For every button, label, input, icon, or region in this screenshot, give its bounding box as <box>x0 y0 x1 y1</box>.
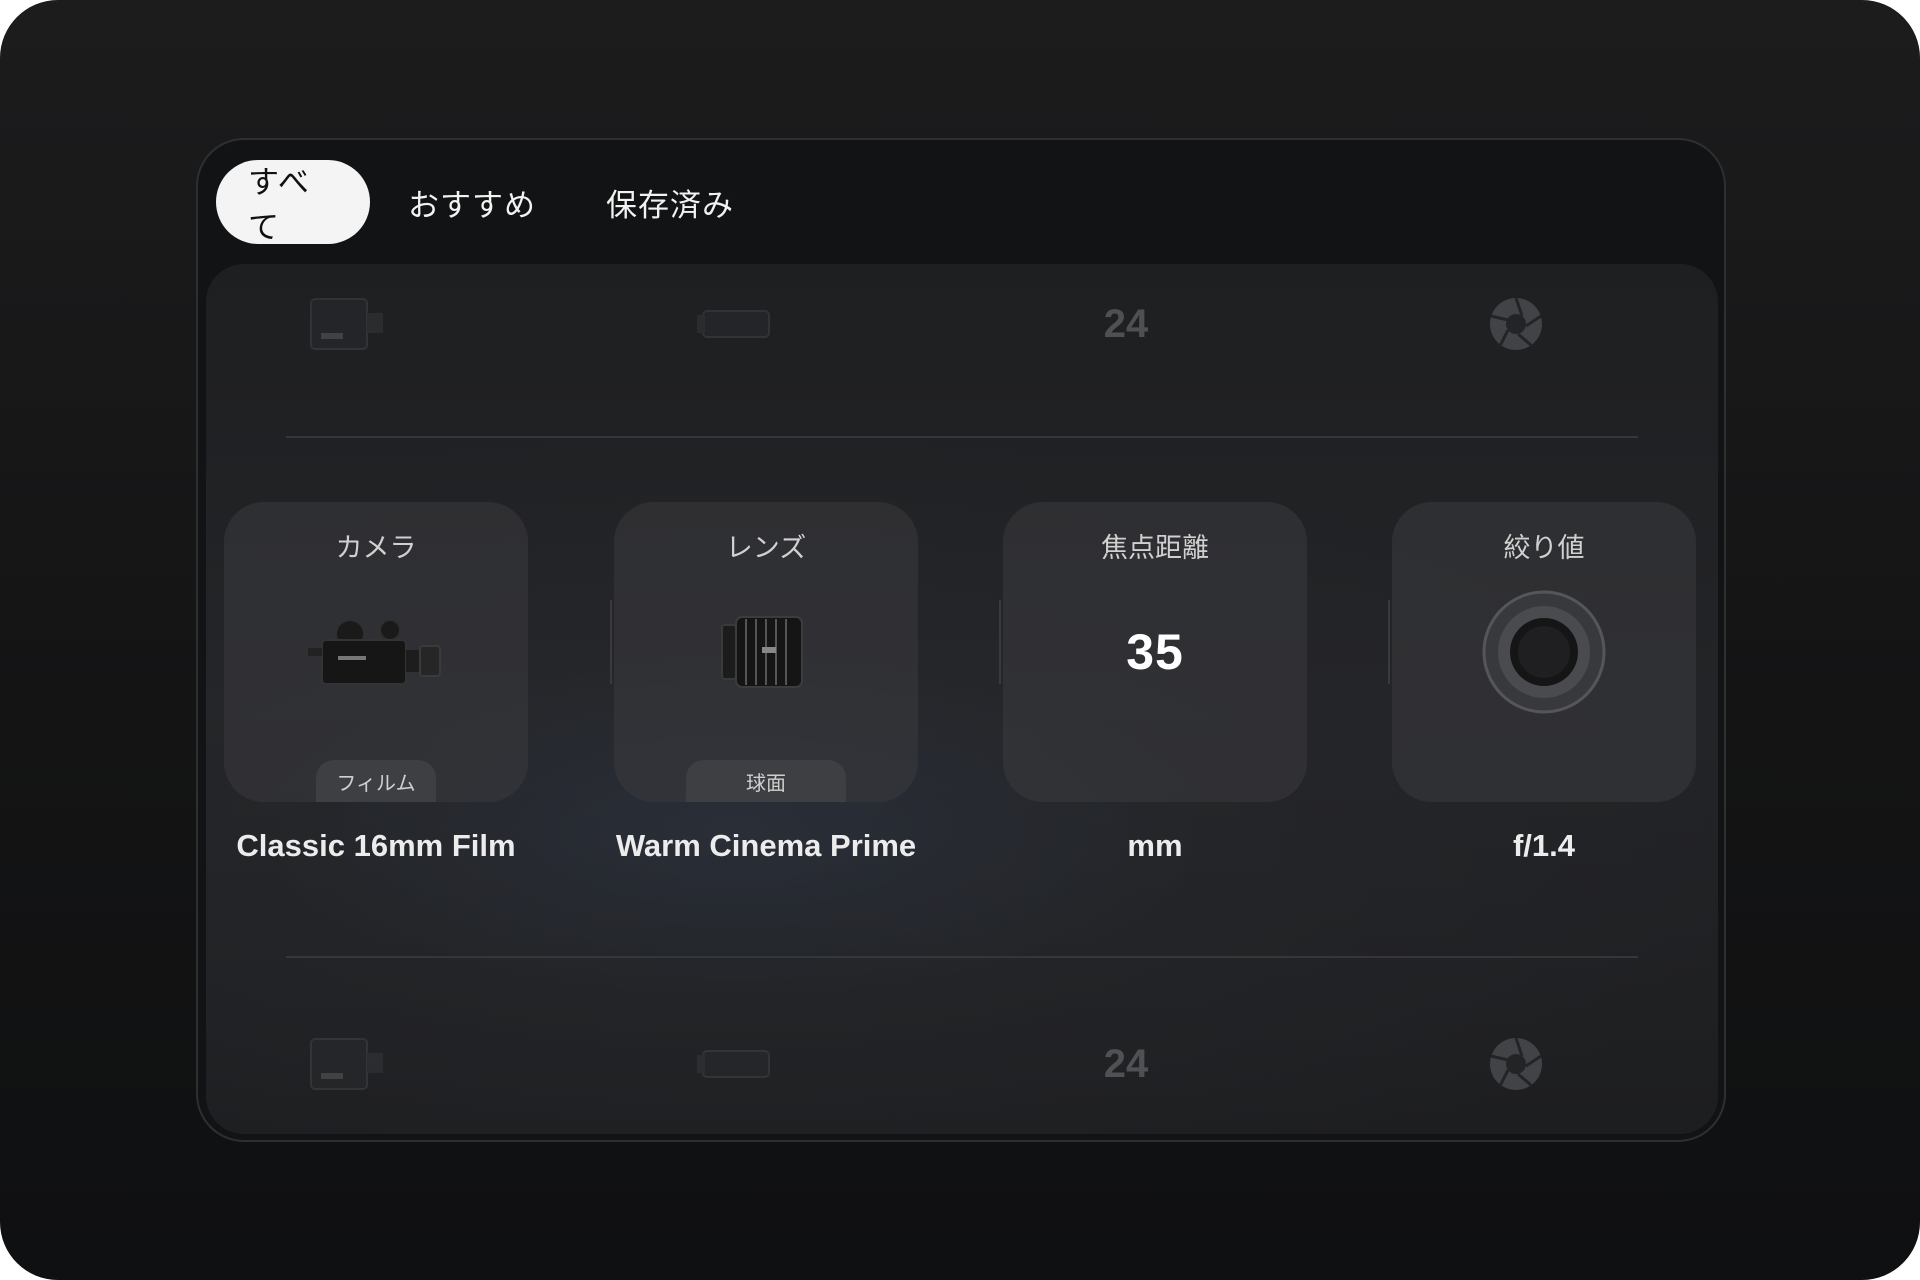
card-separator <box>610 600 612 684</box>
aperture-ring-icon <box>1392 590 1696 714</box>
focal-length-number[interactable]: 24 <box>1006 1004 1246 1124</box>
cinema-lens-icon <box>614 592 918 712</box>
tab-saved[interactable]: 保存済み <box>574 160 766 244</box>
card-separator <box>1388 600 1390 684</box>
focal-length-value: 35 <box>1126 624 1184 680</box>
card-label: カメラ <box>335 533 417 564</box>
focal-length-unit: mm <box>1127 828 1183 863</box>
tab-bar: すべて おすすめ 保存済み <box>216 160 772 246</box>
row-divider <box>286 436 1638 438</box>
aperture-value: f/1.4 <box>1512 828 1576 863</box>
lens-value: Warm Cinema Prime <box>615 828 917 863</box>
device-frame: すべて おすすめ 保存済み 24 カメラ フィルム レンズ 球面 焦点距離 35… <box>0 0 1920 1280</box>
focal-length-number[interactable]: 24 <box>1006 264 1246 384</box>
camera-icon[interactable] <box>228 264 468 384</box>
focal-length-card[interactable]: 焦点距離 35 <box>1003 502 1307 802</box>
lens-icon[interactable] <box>618 1004 858 1124</box>
lens-icon[interactable] <box>618 264 858 384</box>
card-label: 焦点距離 <box>1101 533 1209 564</box>
camera-icon[interactable] <box>228 1004 468 1124</box>
camera-value: Classic 16mm Film <box>236 828 516 863</box>
settings-panel: すべて おすすめ 保存済み 24 カメラ フィルム レンズ 球面 焦点距離 35… <box>196 138 1726 1142</box>
lens-card[interactable]: レンズ 球面 <box>614 502 918 802</box>
card-label: レンズ <box>725 533 807 564</box>
tab-all[interactable]: すべて <box>216 160 370 246</box>
aperture-icon[interactable] <box>1396 264 1636 384</box>
camera-card[interactable]: カメラ フィルム <box>224 502 528 802</box>
picker-board: 24 カメラ フィルム レンズ 球面 焦点距離 35 絞り値 Classic 1… <box>206 264 1718 1134</box>
ghost-row-next: 24 <box>206 1004 1718 1124</box>
card-label: 絞り値 <box>1503 533 1585 564</box>
film-badge: フィルム <box>316 760 436 802</box>
card-separator <box>999 600 1001 684</box>
focal-length-display: 35 <box>1003 592 1307 712</box>
film-camera-icon <box>224 592 528 712</box>
ghost-row-previous: 24 <box>206 264 1718 384</box>
aperture-icon[interactable] <box>1396 1004 1636 1124</box>
aperture-card[interactable]: 絞り値 <box>1392 502 1696 802</box>
spherical-badge: 球面 <box>686 760 846 802</box>
row-divider <box>286 956 1638 958</box>
tab-recommended[interactable]: おすすめ <box>376 160 568 244</box>
